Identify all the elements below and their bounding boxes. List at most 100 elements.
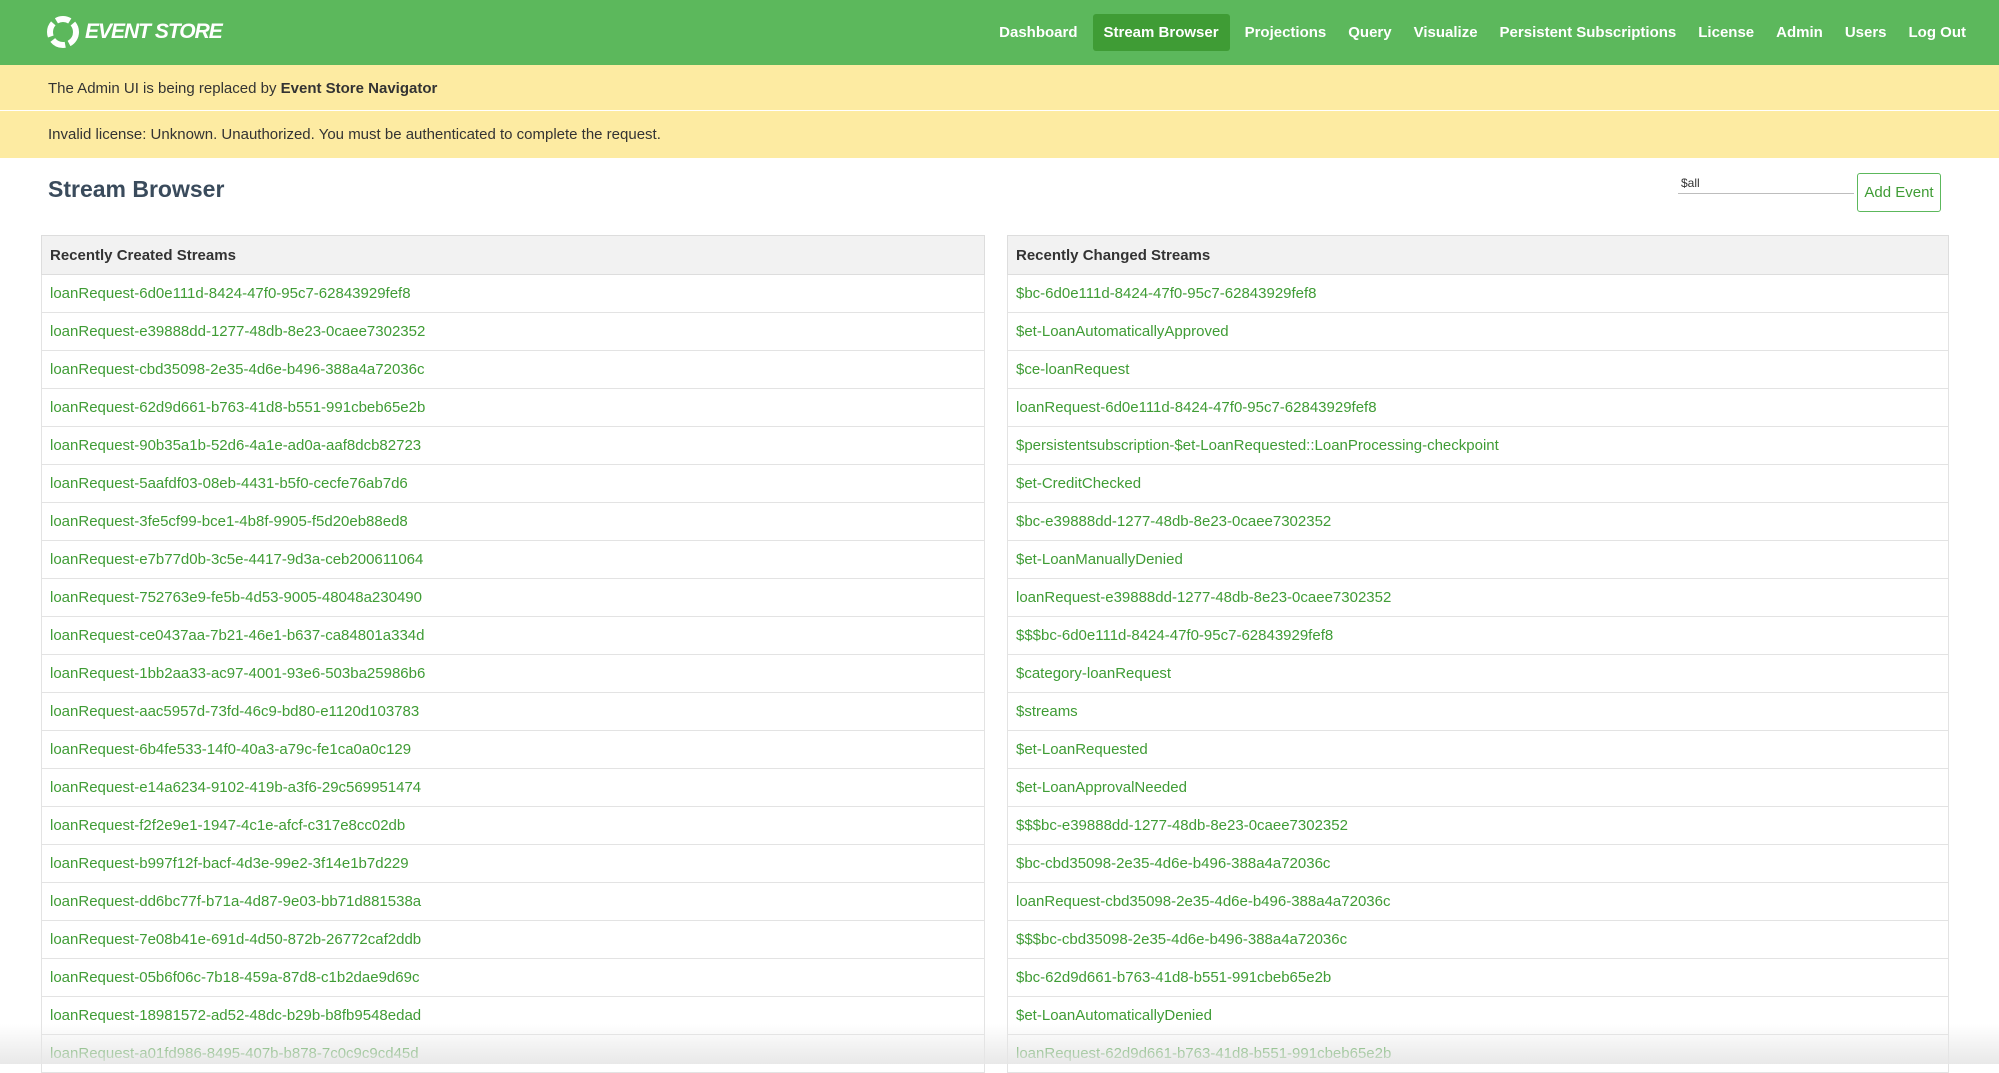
add-event-button[interactable]: Add Event [1857,173,1941,212]
stream-search-input[interactable] [1678,173,1854,194]
nav-license[interactable]: License [1687,14,1765,51]
table-cell: loanRequest-6d0e111d-8424-47f0-95c7-6284… [1007,388,1949,427]
stream-link[interactable]: loanRequest-6d0e111d-8424-47f0-95c7-6284… [50,285,411,302]
stream-link[interactable]: loanRequest-752763e9-fe5b-4d53-9005-4804… [50,589,422,606]
table-row: $et-LoanManuallyDenied [1007,540,1949,579]
stream-link[interactable]: loanRequest-05b6f06c-7b18-459a-87d8-c1b2… [50,969,419,986]
table-row: loanRequest-e39888dd-1277-48db-8e23-0cae… [41,312,985,351]
stream-link[interactable]: loanRequest-ce0437aa-7b21-46e1-b637-ca84… [50,627,424,644]
stream-link[interactable]: $et-LoanRequested [1016,741,1148,758]
recently-changed-header: Recently Changed Streams [1007,235,1949,275]
nav-users[interactable]: Users [1834,14,1898,51]
nav-query[interactable]: Query [1337,14,1402,51]
table-cell: loanRequest-b997f12f-bacf-4d3e-99e2-3f14… [41,844,985,883]
stream-link[interactable]: $$$bc-6d0e111d-8424-47f0-95c7-62843929fe… [1016,627,1333,644]
nav-admin[interactable]: Admin [1765,14,1834,51]
table-row: $$$bc-cbd35098-2e35-4d6e-b496-388a4a7203… [1007,920,1949,959]
table-cell: $$$bc-6d0e111d-8424-47f0-95c7-62843929fe… [1007,616,1949,655]
stream-link[interactable]: $et-LoanApprovalNeeded [1016,779,1187,796]
table-row: loanRequest-ce0437aa-7b21-46e1-b637-ca84… [41,616,985,655]
license-banner-text: Invalid license: Unknown. Unauthorized. … [48,126,661,143]
table-row: $ce-loanRequest [1007,350,1949,389]
table-cell: $category-loanRequest [1007,654,1949,693]
event-store-logo[interactable]: EVENT STORE [46,14,223,50]
stream-link[interactable]: loanRequest-e14a6234-9102-419b-a3f6-29c5… [50,779,421,796]
table-row: loanRequest-5aafdf03-08eb-4431-b5f0-cecf… [41,464,985,503]
table-row: $bc-6d0e111d-8424-47f0-95c7-62843929fef8 [1007,274,1949,313]
stream-link[interactable]: $bc-cbd35098-2e35-4d6e-b496-388a4a72036c [1016,855,1330,872]
stream-link[interactable]: loanRequest-62d9d661-b763-41d8-b551-991c… [1016,1045,1391,1062]
stream-link[interactable]: $bc-6d0e111d-8424-47f0-95c7-62843929fef8 [1016,285,1317,302]
recently-changed-table: Recently Changed Streams $bc-6d0e111d-84… [1007,235,1949,1073]
stream-link[interactable]: loanRequest-5aafdf03-08eb-4431-b5f0-cecf… [50,475,408,492]
stream-link[interactable]: loanRequest-90b35a1b-52d6-4a1e-ad0a-aaf8… [50,437,421,454]
stream-link[interactable]: loanRequest-7e08b41e-691d-4d50-872b-2677… [50,931,421,948]
nav-projections[interactable]: Projections [1234,14,1338,51]
stream-link[interactable]: $streams [1016,703,1078,720]
stream-link[interactable]: $$$bc-e39888dd-1277-48db-8e23-0caee73023… [1016,817,1348,834]
stream-link[interactable]: loanRequest-dd6bc77f-b71a-4d87-9e03-bb71… [50,893,421,910]
nav-dashboard[interactable]: Dashboard [988,14,1088,51]
event-store-logo-icon [46,15,80,49]
stream-link[interactable]: $ce-loanRequest [1016,361,1129,378]
stream-link[interactable]: $persistentsubscription-$et-LoanRequeste… [1016,437,1499,454]
table-cell: $bc-cbd35098-2e35-4d6e-b496-388a4a72036c [1007,844,1949,883]
stream-link[interactable]: $bc-e39888dd-1277-48db-8e23-0caee7302352 [1016,513,1331,530]
table-cell: loanRequest-dd6bc77f-b71a-4d87-9e03-bb71… [41,882,985,921]
table-cell: loanRequest-05b6f06c-7b18-459a-87d8-c1b2… [41,958,985,997]
table-row: loanRequest-a01fd986-8495-407b-b878-7c0c… [41,1034,985,1073]
table-row: $streams [1007,692,1949,731]
stream-link[interactable]: loanRequest-62d9d661-b763-41d8-b551-991c… [50,399,425,416]
nav-stream-browser[interactable]: Stream Browser [1092,14,1230,51]
table-cell: loanRequest-6d0e111d-8424-47f0-95c7-6284… [41,274,985,313]
table-row: loanRequest-dd6bc77f-b71a-4d87-9e03-bb71… [41,882,985,921]
table-row: loanRequest-e39888dd-1277-48db-8e23-0cae… [1007,578,1949,617]
stream-link[interactable]: $et-LoanAutomaticallyDenied [1016,1007,1212,1024]
table-cell: loanRequest-a01fd986-8495-407b-b878-7c0c… [41,1034,985,1073]
stream-link[interactable]: $$$bc-cbd35098-2e35-4d6e-b496-388a4a7203… [1016,931,1347,948]
stream-link[interactable]: loanRequest-e7b77d0b-3c5e-4417-9d3a-ceb2… [50,551,423,568]
stream-link[interactable]: loanRequest-a01fd986-8495-407b-b878-7c0c… [50,1045,419,1062]
table-cell: $ce-loanRequest [1007,350,1949,389]
table-cell: $$$bc-cbd35098-2e35-4d6e-b496-388a4a7203… [1007,920,1949,959]
table-cell: loanRequest-62d9d661-b763-41d8-b551-991c… [41,388,985,427]
table-row: loanRequest-18981572-ad52-48dc-b29b-b8fb… [41,996,985,1035]
stream-link[interactable]: $bc-62d9d661-b763-41d8-b551-991cbeb65e2b [1016,969,1331,986]
stream-link[interactable]: loanRequest-e39888dd-1277-48db-8e23-0cae… [1016,589,1391,606]
table-row: loanRequest-b997f12f-bacf-4d3e-99e2-3f14… [41,844,985,883]
stream-link[interactable]: loanRequest-cbd35098-2e35-4d6e-b496-388a… [1016,893,1390,910]
table-row: loanRequest-6b4fe533-14f0-40a3-a79c-fe1c… [41,730,985,769]
table-cell: loanRequest-ce0437aa-7b21-46e1-b637-ca84… [41,616,985,655]
stream-link[interactable]: loanRequest-18981572-ad52-48dc-b29b-b8fb… [50,1007,421,1024]
stream-link[interactable]: loanRequest-b997f12f-bacf-4d3e-99e2-3f14… [50,855,409,872]
stream-link[interactable]: $category-loanRequest [1016,665,1171,682]
stream-link[interactable]: loanRequest-6d0e111d-8424-47f0-95c7-6284… [1016,399,1377,416]
stream-link[interactable]: $et-LoanAutomaticallyApproved [1016,323,1229,340]
nav-visualize[interactable]: Visualize [1403,14,1489,51]
stream-link[interactable]: loanRequest-f2f2e9e1-1947-4c1e-afcf-c317… [50,817,405,834]
table-row: loanRequest-6d0e111d-8424-47f0-95c7-6284… [1007,388,1949,427]
stream-link[interactable]: loanRequest-e39888dd-1277-48db-8e23-0cae… [50,323,425,340]
table-row: loanRequest-90b35a1b-52d6-4a1e-ad0a-aaf8… [41,426,985,465]
nav-persistent-subscriptions[interactable]: Persistent Subscriptions [1489,14,1688,51]
event-store-navigator-link[interactable]: Event Store Navigator [281,80,438,97]
table-row: loanRequest-752763e9-fe5b-4d53-9005-4804… [41,578,985,617]
stream-link[interactable]: loanRequest-3fe5cf99-bce1-4b8f-9905-f5d2… [50,513,408,530]
recently-created-table: Recently Created Streams loanRequest-6d0… [41,235,985,1073]
stream-link[interactable]: loanRequest-6b4fe533-14f0-40a3-a79c-fe1c… [50,741,411,758]
stream-link[interactable]: $et-CreditChecked [1016,475,1141,492]
stream-link[interactable]: loanRequest-cbd35098-2e35-4d6e-b496-388a… [50,361,424,378]
stream-link[interactable]: loanRequest-aac5957d-73fd-46c9-bd80-e112… [50,703,419,720]
table-row: $category-loanRequest [1007,654,1949,693]
stream-link[interactable]: $et-LoanManuallyDenied [1016,551,1183,568]
table-row: loanRequest-e14a6234-9102-419b-a3f6-29c5… [41,768,985,807]
table-row: loanRequest-6d0e111d-8424-47f0-95c7-6284… [41,274,985,313]
table-cell: loanRequest-62d9d661-b763-41d8-b551-991c… [1007,1034,1949,1073]
nav-log-out[interactable]: Log Out [1898,14,1977,51]
top-navbar: EVENT STORE Dashboard Stream Browser Pro… [0,0,1999,65]
table-row: $$$bc-6d0e111d-8424-47f0-95c7-62843929fe… [1007,616,1949,655]
table-row: loanRequest-e7b77d0b-3c5e-4417-9d3a-ceb2… [41,540,985,579]
admin-ui-banner: The Admin UI is being replaced by Event … [0,65,1999,110]
table-cell: $et-LoanApprovalNeeded [1007,768,1949,807]
stream-link[interactable]: loanRequest-1bb2aa33-ac97-4001-93e6-503b… [50,665,425,682]
